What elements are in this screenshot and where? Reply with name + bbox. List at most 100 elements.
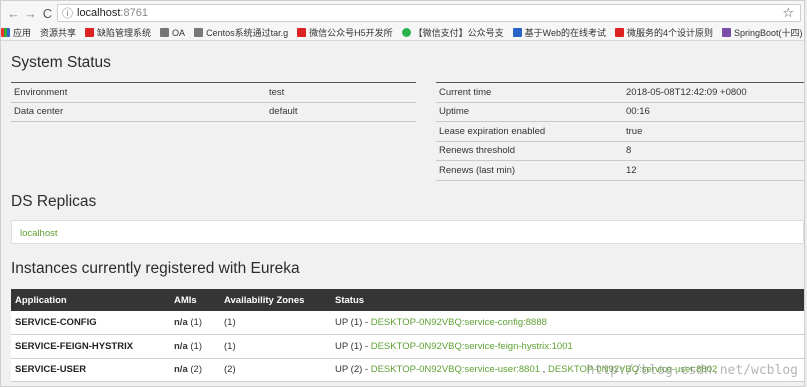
application-name: SERVICE-USER (11, 358, 170, 382)
status-value: 2018-05-08T12:42:09 +0800 (623, 82, 804, 103)
zones-cell: (2) (220, 358, 331, 382)
column-header: Application (11, 289, 170, 311)
column-header: AMIs (170, 289, 220, 311)
table-row: Renews threshold 8 (436, 141, 804, 161)
bookmark-item[interactable]: SpringBoot(十四)：s (721, 26, 804, 39)
bookmarks-bar: 应用 资源共享 缺陷管理系统 OA Centos系统通过tar.g 微信公众号H… (1, 25, 804, 41)
bookmark-label: 应用 (13, 28, 32, 38)
ami-value: n/a (174, 340, 188, 352)
status-value: 00:16 (623, 102, 804, 122)
bookmark-item[interactable]: 资源共享 (40, 26, 76, 39)
application-name: SERVICE-FEIGN-HYSTRIX (11, 334, 170, 359)
system-status-title: System Status (11, 54, 111, 71)
gear-icon (194, 28, 204, 37)
purple-book-icon (721, 28, 731, 37)
ami-value: n/a (174, 317, 188, 328)
status-value: true (623, 121, 804, 142)
bookmark-item[interactable]: OA (160, 28, 185, 38)
zones-cell: (1) (220, 334, 331, 359)
wechat-icon (401, 28, 411, 37)
table-row: Uptime 00:16 (436, 102, 804, 122)
red-logo-icon (85, 28, 95, 37)
address-bar[interactable]: ⓘ localhost:8761 ☆ (57, 4, 801, 22)
c-logo-icon (614, 28, 624, 37)
status-label: Environment (11, 82, 266, 103)
table-row: Renews (last min) 12 (436, 160, 804, 181)
table-header-row: Application AMIs Availability Zones Stat… (11, 289, 804, 311)
ami-count: (1) (190, 317, 202, 328)
oa-icon (160, 28, 170, 37)
instance-link[interactable]: DESKTOP-0N92VBQ:service-config:8888 (371, 317, 547, 328)
column-header: Status (331, 289, 804, 311)
status-text: UP (1) - (335, 340, 371, 352)
c-logo-icon (297, 28, 307, 37)
ami-value: n/a (174, 364, 188, 376)
browser-window: ← → C ⓘ localhost:8761 ☆ 应用 资源共享 缺陷管理系统 … (0, 0, 805, 387)
status-text: UP (1) - (335, 317, 371, 328)
instances-title: Instances currently registered with Eure… (11, 260, 300, 277)
table-row: SERVICE-CONFIG n/a (1) (1) UP (1) - DESK… (11, 311, 804, 335)
bookmark-label: 微服务的4个设计原则 (626, 28, 713, 38)
ds-replicas-panel: localhost (11, 220, 804, 244)
status-label: Renews (last min) (436, 160, 623, 181)
instance-link[interactable]: DESKTOP-0N92VBQ:service-user:8801 (371, 364, 540, 375)
instance-link[interactable]: DESKTOP-0N92VBQ:service-feign-hystrix:10… (371, 341, 573, 352)
application-name: SERVICE-CONFIG (11, 311, 170, 335)
bookmark-label: OA (172, 27, 186, 38)
back-icon[interactable]: ← (5, 5, 22, 22)
bookmark-star-icon[interactable]: ☆ (782, 5, 794, 21)
status-value: test (266, 82, 416, 103)
reload-icon[interactable]: C (39, 5, 56, 22)
table-row: Current time 2018-05-08T12:42:09 +0800 (436, 82, 804, 103)
status-label: Lease expiration enabled (436, 121, 623, 142)
ami-count: (1) (190, 340, 202, 352)
status-cell: UP (1) - DESKTOP-0N92VBQ:service-feign-h… (331, 334, 804, 359)
ami-cell: n/a (2) (170, 358, 220, 382)
status-label: Current time (436, 82, 623, 103)
page-info-icon[interactable]: ⓘ (62, 5, 73, 21)
status-value: 12 (623, 160, 804, 181)
watermark: http://blog.csdn.net/wcblog (586, 363, 798, 378)
eureka-dashboard: System Status Environment test Data cent… (1, 42, 804, 386)
bookmark-label: 资源共享 (40, 28, 77, 38)
status-value: default (266, 102, 416, 122)
status-value: 8 (623, 141, 804, 161)
ami-cell: n/a (1) (170, 334, 220, 359)
ami-count: (2) (190, 364, 202, 376)
replica-link[interactable]: localhost (20, 228, 58, 239)
status-cell: UP (1) - DESKTOP-0N92VBQ:service-config:… (331, 311, 804, 335)
browser-toolbar: ← → C ⓘ localhost:8761 ☆ (1, 1, 804, 25)
ds-replicas-title: DS Replicas (11, 193, 97, 210)
table-row: SERVICE-FEIGN-HYSTRIX n/a (1) (1) UP (1)… (11, 334, 804, 359)
apps-icon (1, 28, 10, 37)
url-host: localhost (77, 7, 121, 19)
status-left-table: Environment test Data center default (11, 82, 416, 122)
bookmark-label: SpringBoot(十四)：s (733, 28, 804, 38)
table-row: Lease expiration enabled true (436, 121, 804, 142)
bookmark-item[interactable]: Centos系统通过tar.g (194, 26, 288, 39)
bookmark-label: 缺陷管理系统 (97, 28, 152, 38)
ami-cell: n/a (1) (170, 311, 220, 335)
blue-bookmark-icon (512, 28, 522, 37)
bookmark-item[interactable]: 【微信支付】公众号支 (401, 26, 504, 39)
column-header: Availability Zones (220, 289, 331, 311)
bookmark-item[interactable]: 微服务的4个设计原则 (614, 26, 713, 39)
status-text: UP (2) - (335, 364, 371, 376)
bookmark-label: 基于Web的在线考试 (524, 28, 606, 38)
status-right-table: Current time 2018-05-08T12:42:09 +0800 U… (436, 82, 804, 181)
bookmark-item[interactable]: 缺陷管理系统 (85, 26, 151, 39)
status-label: Renews threshold (436, 141, 623, 161)
table-row: Data center default (11, 102, 416, 122)
bookmark-label: 【微信支付】公众号支 (413, 28, 504, 38)
status-label: Uptime (436, 102, 623, 122)
url-port: :8761 (120, 7, 148, 19)
forward-icon[interactable]: → (22, 5, 39, 22)
bookmark-apps[interactable]: 应用 (1, 26, 31, 39)
bookmark-label: Centos系统通过tar.g (206, 28, 289, 38)
bookmark-item[interactable]: 基于Web的在线考试 (512, 26, 606, 39)
table-row: Environment test (11, 82, 416, 103)
bookmark-label: 微信公众号H5开发所 (309, 28, 393, 38)
bookmark-item[interactable]: 微信公众号H5开发所 (297, 26, 393, 39)
status-label: Data center (11, 102, 266, 122)
zones-cell: (1) (220, 311, 331, 335)
